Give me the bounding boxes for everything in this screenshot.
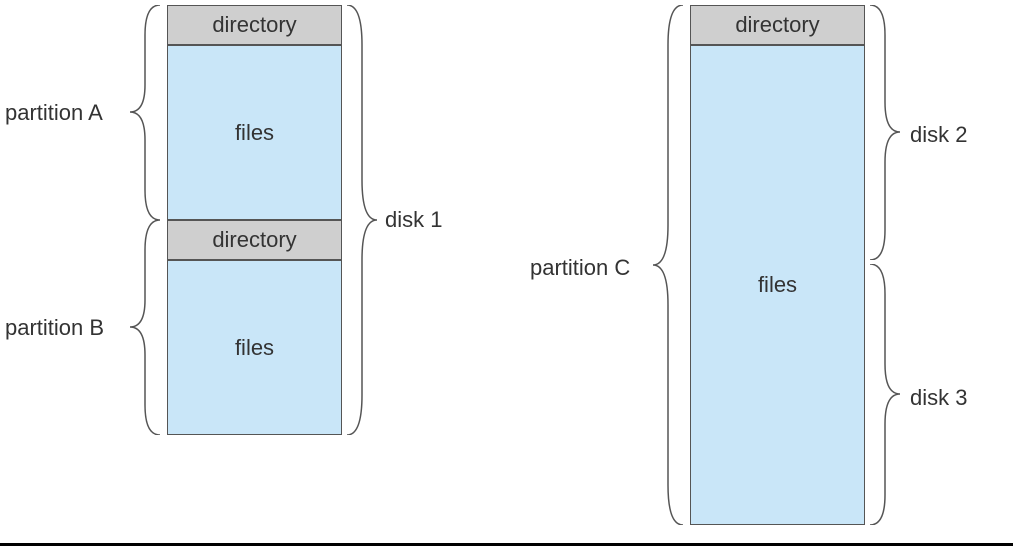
partition-b-files: files <box>167 260 342 435</box>
label-disk-2: disk 2 <box>910 122 967 148</box>
partition-c-files-label: files <box>758 272 797 298</box>
brace-left-partition-b <box>130 220 160 435</box>
brace-right-disk-3 <box>870 264 900 525</box>
label-disk-3: disk 3 <box>910 385 967 411</box>
partition-a-files: files <box>167 45 342 220</box>
partition-c-files: files <box>690 45 865 525</box>
partition-a-dir-label: directory <box>212 12 296 38</box>
label-partition-c: partition C <box>530 255 630 281</box>
label-partition-b: partition B <box>5 315 104 341</box>
brace-left-partition-a <box>130 5 160 220</box>
partition-b-dir-label: directory <box>212 227 296 253</box>
label-disk-1: disk 1 <box>385 207 442 233</box>
partition-c-dir-label: directory <box>735 12 819 38</box>
label-partition-a: partition A <box>5 100 103 126</box>
diagram-canvas: directory files directory files partitio… <box>0 0 1013 546</box>
partition-b-files-label: files <box>235 335 274 361</box>
brace-right-disk-2 <box>870 5 900 260</box>
partition-c-directory: directory <box>690 5 865 45</box>
partition-a-files-label: files <box>235 120 274 146</box>
partition-b-directory: directory <box>167 220 342 260</box>
brace-right-disk-1 <box>347 5 377 435</box>
partition-a-directory: directory <box>167 5 342 45</box>
brace-left-partition-c <box>653 5 683 525</box>
